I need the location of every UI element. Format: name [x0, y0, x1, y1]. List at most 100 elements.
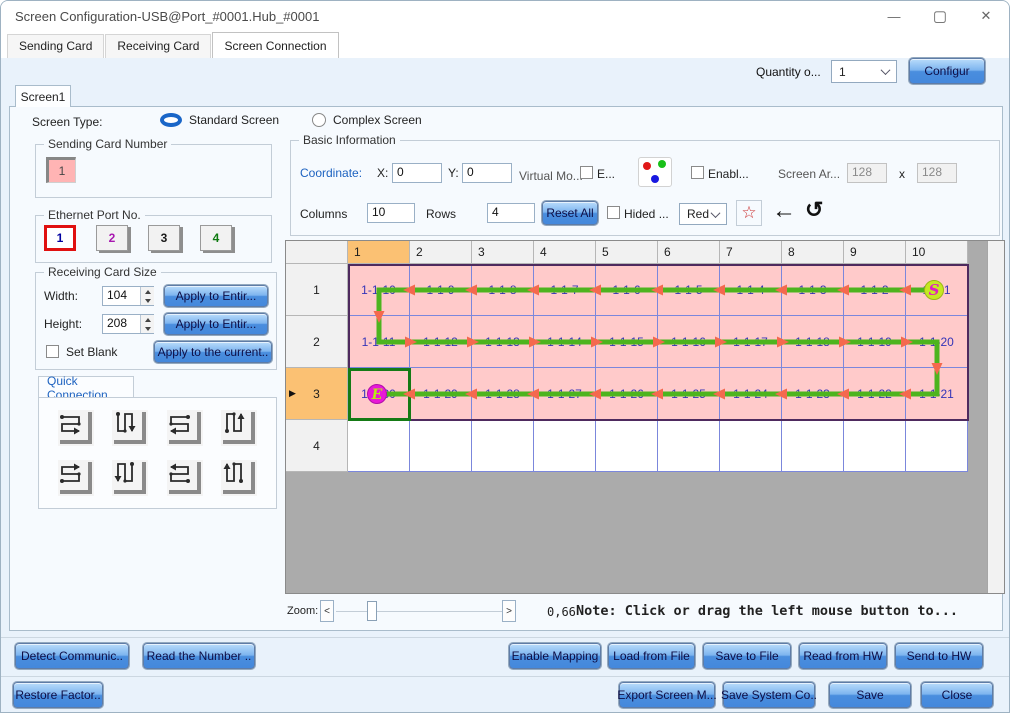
read-number-button[interactable]: Read the Number .. — [143, 643, 255, 669]
grid-column-header-5[interactable]: 5 — [596, 241, 658, 264]
rgb-enable-checkbox[interactable] — [691, 166, 704, 179]
grid-cell[interactable]: 1-1-30 — [348, 368, 410, 420]
grid-cell[interactable]: 1-1-20 — [906, 316, 968, 368]
grid-cell[interactable] — [596, 420, 658, 472]
grid-cell[interactable]: 1-1-27 — [534, 368, 596, 420]
undo-icon[interactable]: ↺ — [805, 197, 823, 223]
zoom-slider-thumb[interactable] — [367, 601, 377, 621]
grid-column-header-10[interactable]: 10 — [906, 241, 968, 264]
quick-connection-pattern-5-button[interactable] — [58, 460, 95, 496]
detect-communication-button[interactable]: Detect Communic.. — [15, 643, 129, 669]
complex-screen-radio[interactable]: Complex Screen — [312, 113, 422, 127]
coordinate-x-input[interactable]: 0 — [392, 163, 442, 183]
grid-cell[interactable] — [844, 420, 906, 472]
columns-input[interactable]: 10 — [367, 203, 415, 223]
grid-column-header-3[interactable]: 3 — [472, 241, 534, 264]
grid-row-header-1[interactable]: 1 — [286, 264, 348, 316]
grid-cell[interactable]: 1-1-22 — [844, 368, 906, 420]
sending-card-number-button[interactable]: 1 — [46, 157, 76, 183]
grid-cell[interactable]: 1-1-5 — [658, 264, 720, 316]
grid-cell[interactable]: 1-1-7 — [534, 264, 596, 316]
reset-all-button[interactable]: Reset All — [542, 201, 598, 225]
grid-cell[interactable]: 1-1-24 — [720, 368, 782, 420]
grid-row-header-4[interactable]: 4 — [286, 420, 348, 472]
coordinate-y-input[interactable]: 0 — [462, 163, 512, 183]
grid-column-header-9[interactable]: 9 — [844, 241, 906, 264]
grid-cell[interactable] — [720, 420, 782, 472]
grid-cell[interactable]: 1-1-11 — [348, 316, 410, 368]
grid-cell[interactable] — [782, 420, 844, 472]
grid-column-header-8[interactable]: 8 — [782, 241, 844, 264]
grid-column-header-4[interactable]: 4 — [534, 241, 596, 264]
ethernet-port-4-button[interactable]: 4 — [200, 225, 232, 251]
quick-connection-pattern-4-button[interactable] — [220, 410, 257, 446]
grid-cell[interactable]: 1-1-1 — [906, 264, 968, 316]
quick-connection-pattern-8-button[interactable] — [220, 460, 257, 496]
width-stepper[interactable] — [140, 287, 154, 305]
quantity-select[interactable]: 1 — [831, 60, 897, 83]
tab-sending-card[interactable]: Sending Card — [7, 34, 105, 58]
grid-cell[interactable]: 1-1-10 — [348, 264, 410, 316]
grid-cell[interactable] — [658, 420, 720, 472]
grid-cell[interactable] — [906, 420, 968, 472]
save-button[interactable]: Save — [829, 682, 911, 708]
virtual-mode-checkbox[interactable] — [580, 166, 593, 179]
grid-cell[interactable]: 1-1-2 — [844, 264, 906, 316]
grid-cell[interactable]: 1-1-3 — [782, 264, 844, 316]
zoom-slider-track[interactable] — [336, 611, 502, 612]
tab-receiving-card[interactable]: Receiving Card — [105, 34, 212, 58]
color-select[interactable]: Red — [679, 203, 727, 225]
maximize-icon[interactable]: ▢ — [917, 1, 963, 31]
grid-row-header-3[interactable]: ▶ 3 — [286, 368, 348, 420]
grid-cell[interactable]: 1-1-17 — [720, 316, 782, 368]
load-from-file-button[interactable]: Load from File — [608, 643, 695, 669]
grid-cell[interactable] — [534, 420, 596, 472]
zoom-in-button[interactable]: > — [502, 600, 516, 622]
grid-cell[interactable]: 1-1-19 — [844, 316, 906, 368]
quick-connection-pattern-7-button[interactable] — [166, 460, 203, 496]
favorite-star-icon[interactable]: ☆ — [736, 200, 762, 226]
quick-connection-pattern-6-button[interactable] — [112, 460, 149, 496]
grid-cell[interactable]: 1-1-29 — [410, 368, 472, 420]
grid-cell[interactable]: 1-1-14 — [534, 316, 596, 368]
grid-row-header-2[interactable]: 2 — [286, 316, 348, 368]
grid-column-header-7[interactable]: 7 — [720, 241, 782, 264]
grid-cell[interactable]: 1-1-13 — [472, 316, 534, 368]
quick-connection-pattern-3-button[interactable] — [166, 410, 203, 446]
save-to-file-button[interactable]: Save to File — [703, 643, 791, 669]
send-to-hw-button[interactable]: Send to HW — [895, 643, 983, 669]
apply-current-button[interactable]: Apply to the current.. — [154, 341, 272, 363]
ethernet-port-3-button[interactable]: 3 — [148, 225, 180, 251]
rows-input[interactable]: 4 — [487, 203, 535, 223]
grid-cell[interactable] — [410, 420, 472, 472]
grid-column-header-2[interactable]: 2 — [410, 241, 472, 264]
set-blank-checkbox[interactable] — [46, 345, 59, 358]
close-icon[interactable]: ✕ — [963, 1, 1009, 31]
height-stepper[interactable] — [140, 315, 154, 333]
grid-cell[interactable]: 1-1-28 — [472, 368, 534, 420]
grid-cell[interactable]: 1-1-25 — [658, 368, 720, 420]
enable-mapping-button[interactable]: Enable Mapping — [509, 643, 601, 669]
grid-cell[interactable]: 1-1-4 — [720, 264, 782, 316]
grid-cell[interactable]: 1-1-18 — [782, 316, 844, 368]
grid-cell[interactable]: 1-1-21 — [906, 368, 968, 420]
grid-cell[interactable]: 1-1-6 — [596, 264, 658, 316]
tab-screen1[interactable]: Screen1 — [15, 85, 71, 107]
grid-cell[interactable]: 1-1-9 — [410, 264, 472, 316]
grid-column-header-6[interactable]: 6 — [658, 241, 720, 264]
quick-connection-pattern-1-button[interactable] — [58, 410, 95, 446]
grid-cell[interactable]: 1-1-8 — [472, 264, 534, 316]
grid-cell[interactable]: 1-1-23 — [782, 368, 844, 420]
export-screen-button[interactable]: Export Screen M... — [617, 682, 717, 708]
restore-factory-button[interactable]: Restore Factor.. — [13, 682, 103, 708]
close-button[interactable]: Close — [921, 682, 993, 708]
apply-width-button[interactable]: Apply to Entir... — [164, 285, 268, 307]
grid-cell[interactable]: 1-1-16 — [658, 316, 720, 368]
standard-screen-radio[interactable]: Standard Screen — [160, 113, 279, 127]
grid-cell[interactable]: 1-1-26 — [596, 368, 658, 420]
zoom-out-button[interactable]: < — [320, 600, 334, 622]
grid-cell[interactable] — [348, 420, 410, 472]
save-system-button[interactable]: Save System Co.. — [721, 682, 817, 708]
tab-screen-connection[interactable]: Screen Connection — [212, 32, 339, 58]
grid-column-header-1[interactable]: 1 — [348, 241, 410, 264]
